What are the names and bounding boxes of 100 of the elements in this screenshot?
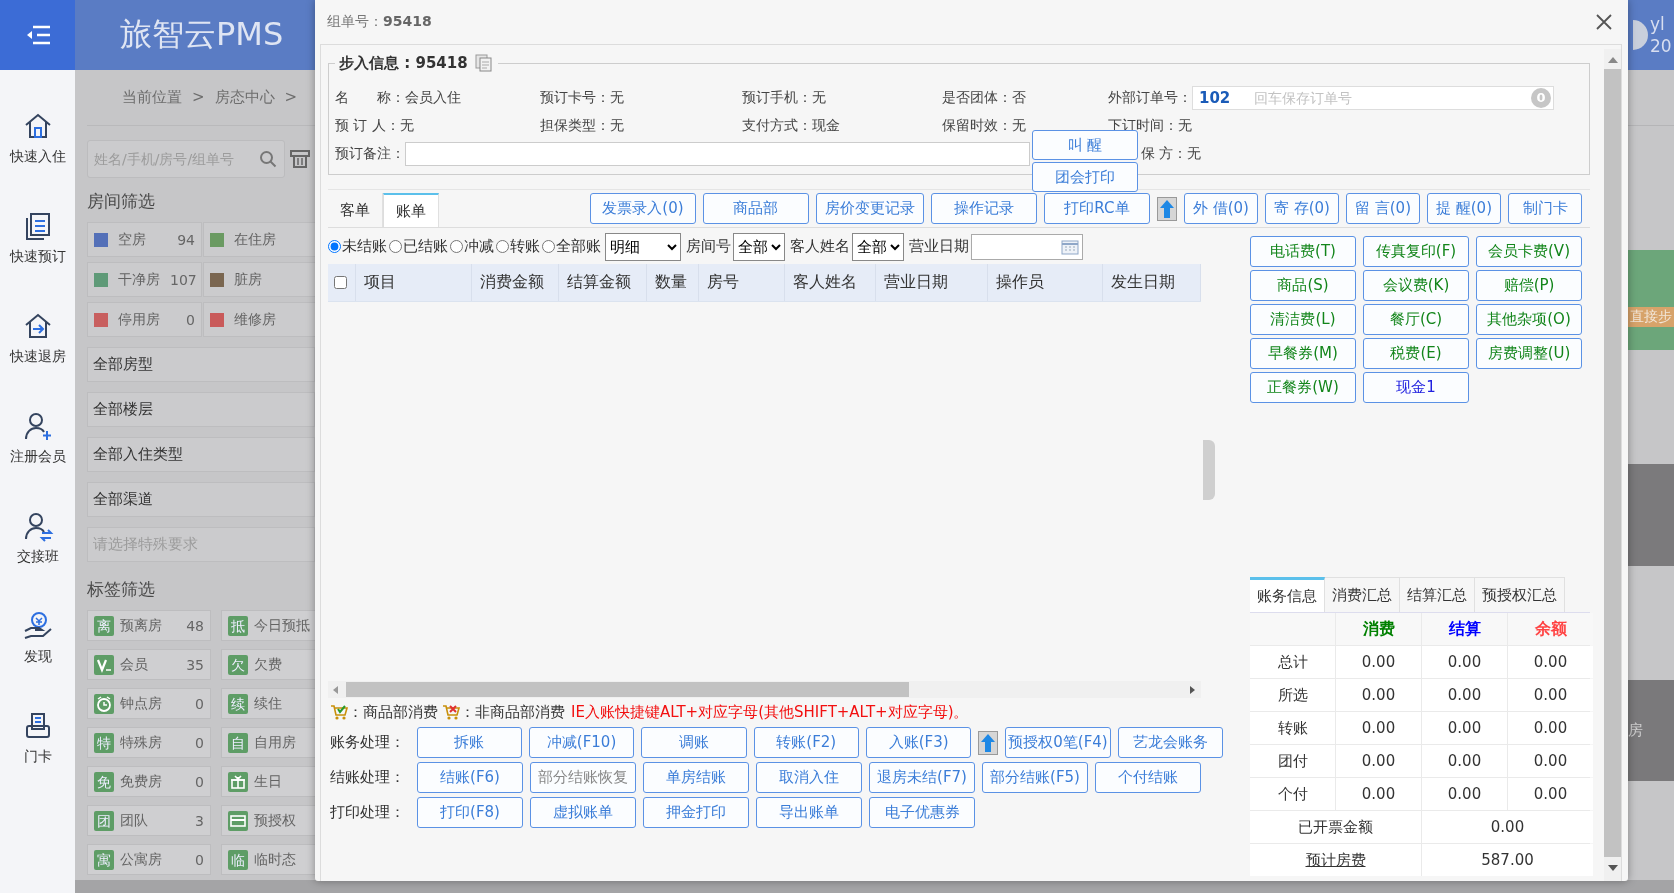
filter-dropdown[interactable]: 明细 [605, 232, 681, 261]
nav-item[interactable]: 快速入住 [0, 110, 75, 210]
nav-item[interactable]: 门卡 [0, 710, 75, 810]
toolbar-button[interactable]: 商品部 [702, 193, 809, 224]
tag-filter-item[interactable]: 会员 35 [87, 649, 211, 680]
action-button[interactable]: 调账 [641, 727, 747, 758]
select-all-checkbox[interactable] [334, 276, 347, 289]
breadcrumb-item[interactable]: 当前位置 [122, 88, 182, 125]
action-button[interactable]: 结账(F6) [417, 762, 523, 793]
toolbar-button[interactable]: 发票录入(0) [589, 193, 696, 224]
filter-dropdown[interactable]: 全部 [852, 232, 904, 261]
action-button[interactable]: 退房未结(F7) [869, 762, 975, 793]
charge-button[interactable]: 税费(E) [1363, 338, 1469, 369]
action-button[interactable]: 预授权0笔(F4) [1005, 727, 1111, 758]
breadcrumb-item[interactable]: 房态中心 [214, 88, 275, 125]
up-arrow-icon[interactable] [1156, 196, 1177, 221]
action-button[interactable]: 取消入住 [756, 762, 862, 793]
action-button[interactable]: 拆账 [416, 727, 522, 758]
radio-button[interactable] [328, 240, 341, 253]
up-arrow-icon[interactable] [978, 730, 999, 755]
vertical-scrollbar[interactable] [1604, 49, 1621, 881]
search-icon[interactable] [259, 150, 277, 168]
tag-filter-item[interactable]: 特 特殊房 0 [87, 727, 211, 758]
toolbar-button[interactable]: 寄 存(0) [1264, 193, 1339, 224]
charge-button[interactable]: 现金1 [1363, 372, 1469, 403]
popup-button[interactable]: 叫 醒 [1032, 130, 1138, 160]
toolbar-button[interactable]: 打印RC单 [1043, 193, 1150, 224]
tab[interactable]: 账单 [383, 193, 439, 227]
column-header[interactable]: 营业日期 [876, 264, 988, 301]
remark-field[interactable] [405, 142, 1030, 166]
filter-dropdown[interactable]: 全部入住类型 [87, 437, 315, 472]
column-header[interactable]: 项目 [356, 264, 472, 301]
tag-filter-item[interactable]: 钟点房 0 [87, 688, 211, 719]
charge-button[interactable]: 早餐券(M) [1250, 338, 1356, 369]
column-header[interactable]: 客人姓名 [785, 264, 876, 301]
room-filter-item[interactable]: 停用房 0 [87, 302, 202, 337]
nav-item[interactable]: 快速退房 [0, 310, 75, 410]
charge-button[interactable]: 房费调整(U) [1476, 338, 1582, 369]
tag-filter-item[interactable]: 离 预离房 48 [87, 610, 211, 641]
radio-label[interactable]: 未结账 [342, 237, 387, 256]
room-tile[interactable] [1628, 464, 1674, 566]
charge-button[interactable]: 传真复印(F) [1363, 236, 1469, 267]
charge-button[interactable]: 会员卡费(V) [1476, 236, 1582, 267]
toolbar-button[interactable]: 提 醒(0) [1427, 193, 1501, 224]
column-header[interactable]: 结算金额 [559, 264, 647, 301]
tab[interactable]: 预授权汇总 [1475, 577, 1565, 612]
radio-label[interactable]: 已结账 [403, 237, 448, 256]
room-filter-item[interactable]: 干净房 107 [87, 262, 202, 297]
charge-button[interactable]: 其他杂项(O) [1476, 304, 1582, 335]
room-filter-item[interactable]: 维修房 [203, 302, 318, 337]
nav-item[interactable]: 发现 [0, 610, 75, 710]
link[interactable]: 预计房费 [1250, 844, 1421, 876]
charge-button[interactable]: 餐厅(C) [1363, 304, 1469, 335]
nav-item[interactable]: 快速预订 [0, 210, 75, 310]
tab[interactable]: 消费汇总 [1325, 577, 1400, 612]
breadcrumb-item[interactable]: > [284, 88, 298, 125]
action-button[interactable]: 单房结账 [643, 762, 749, 793]
column-header[interactable]: 房号 [699, 264, 785, 301]
toolbar-button[interactable]: 留 言(0) [1345, 193, 1420, 224]
action-button[interactable]: 虚拟账单 [530, 797, 636, 828]
tag-filter-item[interactable]: 免 免费房 0 [87, 766, 211, 797]
radio-label[interactable]: 全部账 [556, 237, 601, 256]
tag-filter-item[interactable]: 寓 公寓房 0 [87, 844, 211, 875]
toolbar-button[interactable]: 制门卡 [1508, 193, 1582, 224]
copy-icon[interactable] [473, 53, 494, 73]
action-button[interactable]: 导出账单 [756, 797, 862, 828]
radio-button[interactable] [496, 240, 509, 253]
radio-label[interactable]: 冲减 [464, 237, 494, 256]
menu-button[interactable] [0, 0, 75, 70]
radio-button[interactable] [389, 240, 402, 253]
action-button[interactable]: 押金打印 [643, 797, 749, 828]
action-button[interactable]: 入账(F3) [865, 727, 972, 758]
toolbar-button[interactable]: 房价变更记录 [815, 193, 924, 224]
room-filter-item[interactable]: 在住房 [203, 222, 318, 257]
toolbar-button[interactable]: 操作记录 [930, 193, 1037, 224]
charge-button[interactable]: 商品(S) [1250, 270, 1356, 301]
column-header[interactable]: 消费金额 [472, 264, 559, 301]
column-header[interactable]: 发生日期 [1103, 264, 1201, 301]
action-button[interactable]: 转账(F2) [753, 727, 859, 758]
action-button[interactable]: 电子优惠券 [869, 797, 975, 828]
card-reader-icon[interactable] [289, 149, 311, 169]
calendar-icon[interactable] [1061, 238, 1079, 255]
charge-button[interactable]: 正餐券(W) [1250, 372, 1356, 403]
breadcrumb-item[interactable]: > [192, 88, 205, 125]
charge-button[interactable]: 电话费(T) [1250, 236, 1356, 267]
tab[interactable]: 账务信息 [1250, 577, 1325, 612]
charge-button[interactable]: 会议费(K) [1363, 270, 1469, 301]
radio-button[interactable] [450, 240, 463, 253]
charge-button[interactable]: 清洁费(L) [1250, 304, 1356, 335]
nav-item[interactable]: 交接班 [0, 510, 75, 610]
toolbar-button[interactable]: 外 借(0) [1183, 193, 1258, 224]
filter-dropdown[interactable]: 全部 [733, 232, 785, 261]
radio-button[interactable] [542, 240, 555, 253]
horizontal-scrollbar[interactable] [328, 681, 1201, 698]
collapse-handle[interactable] [1203, 440, 1215, 500]
action-button[interactable]: 个付结账 [1095, 762, 1201, 793]
action-button[interactable]: 冲减(F10) [528, 727, 635, 758]
filter-dropdown[interactable]: 全部楼层 [87, 392, 315, 427]
action-button[interactable]: 打印(F8) [417, 797, 523, 828]
action-button[interactable]: 部分结账(F5) [982, 762, 1088, 793]
